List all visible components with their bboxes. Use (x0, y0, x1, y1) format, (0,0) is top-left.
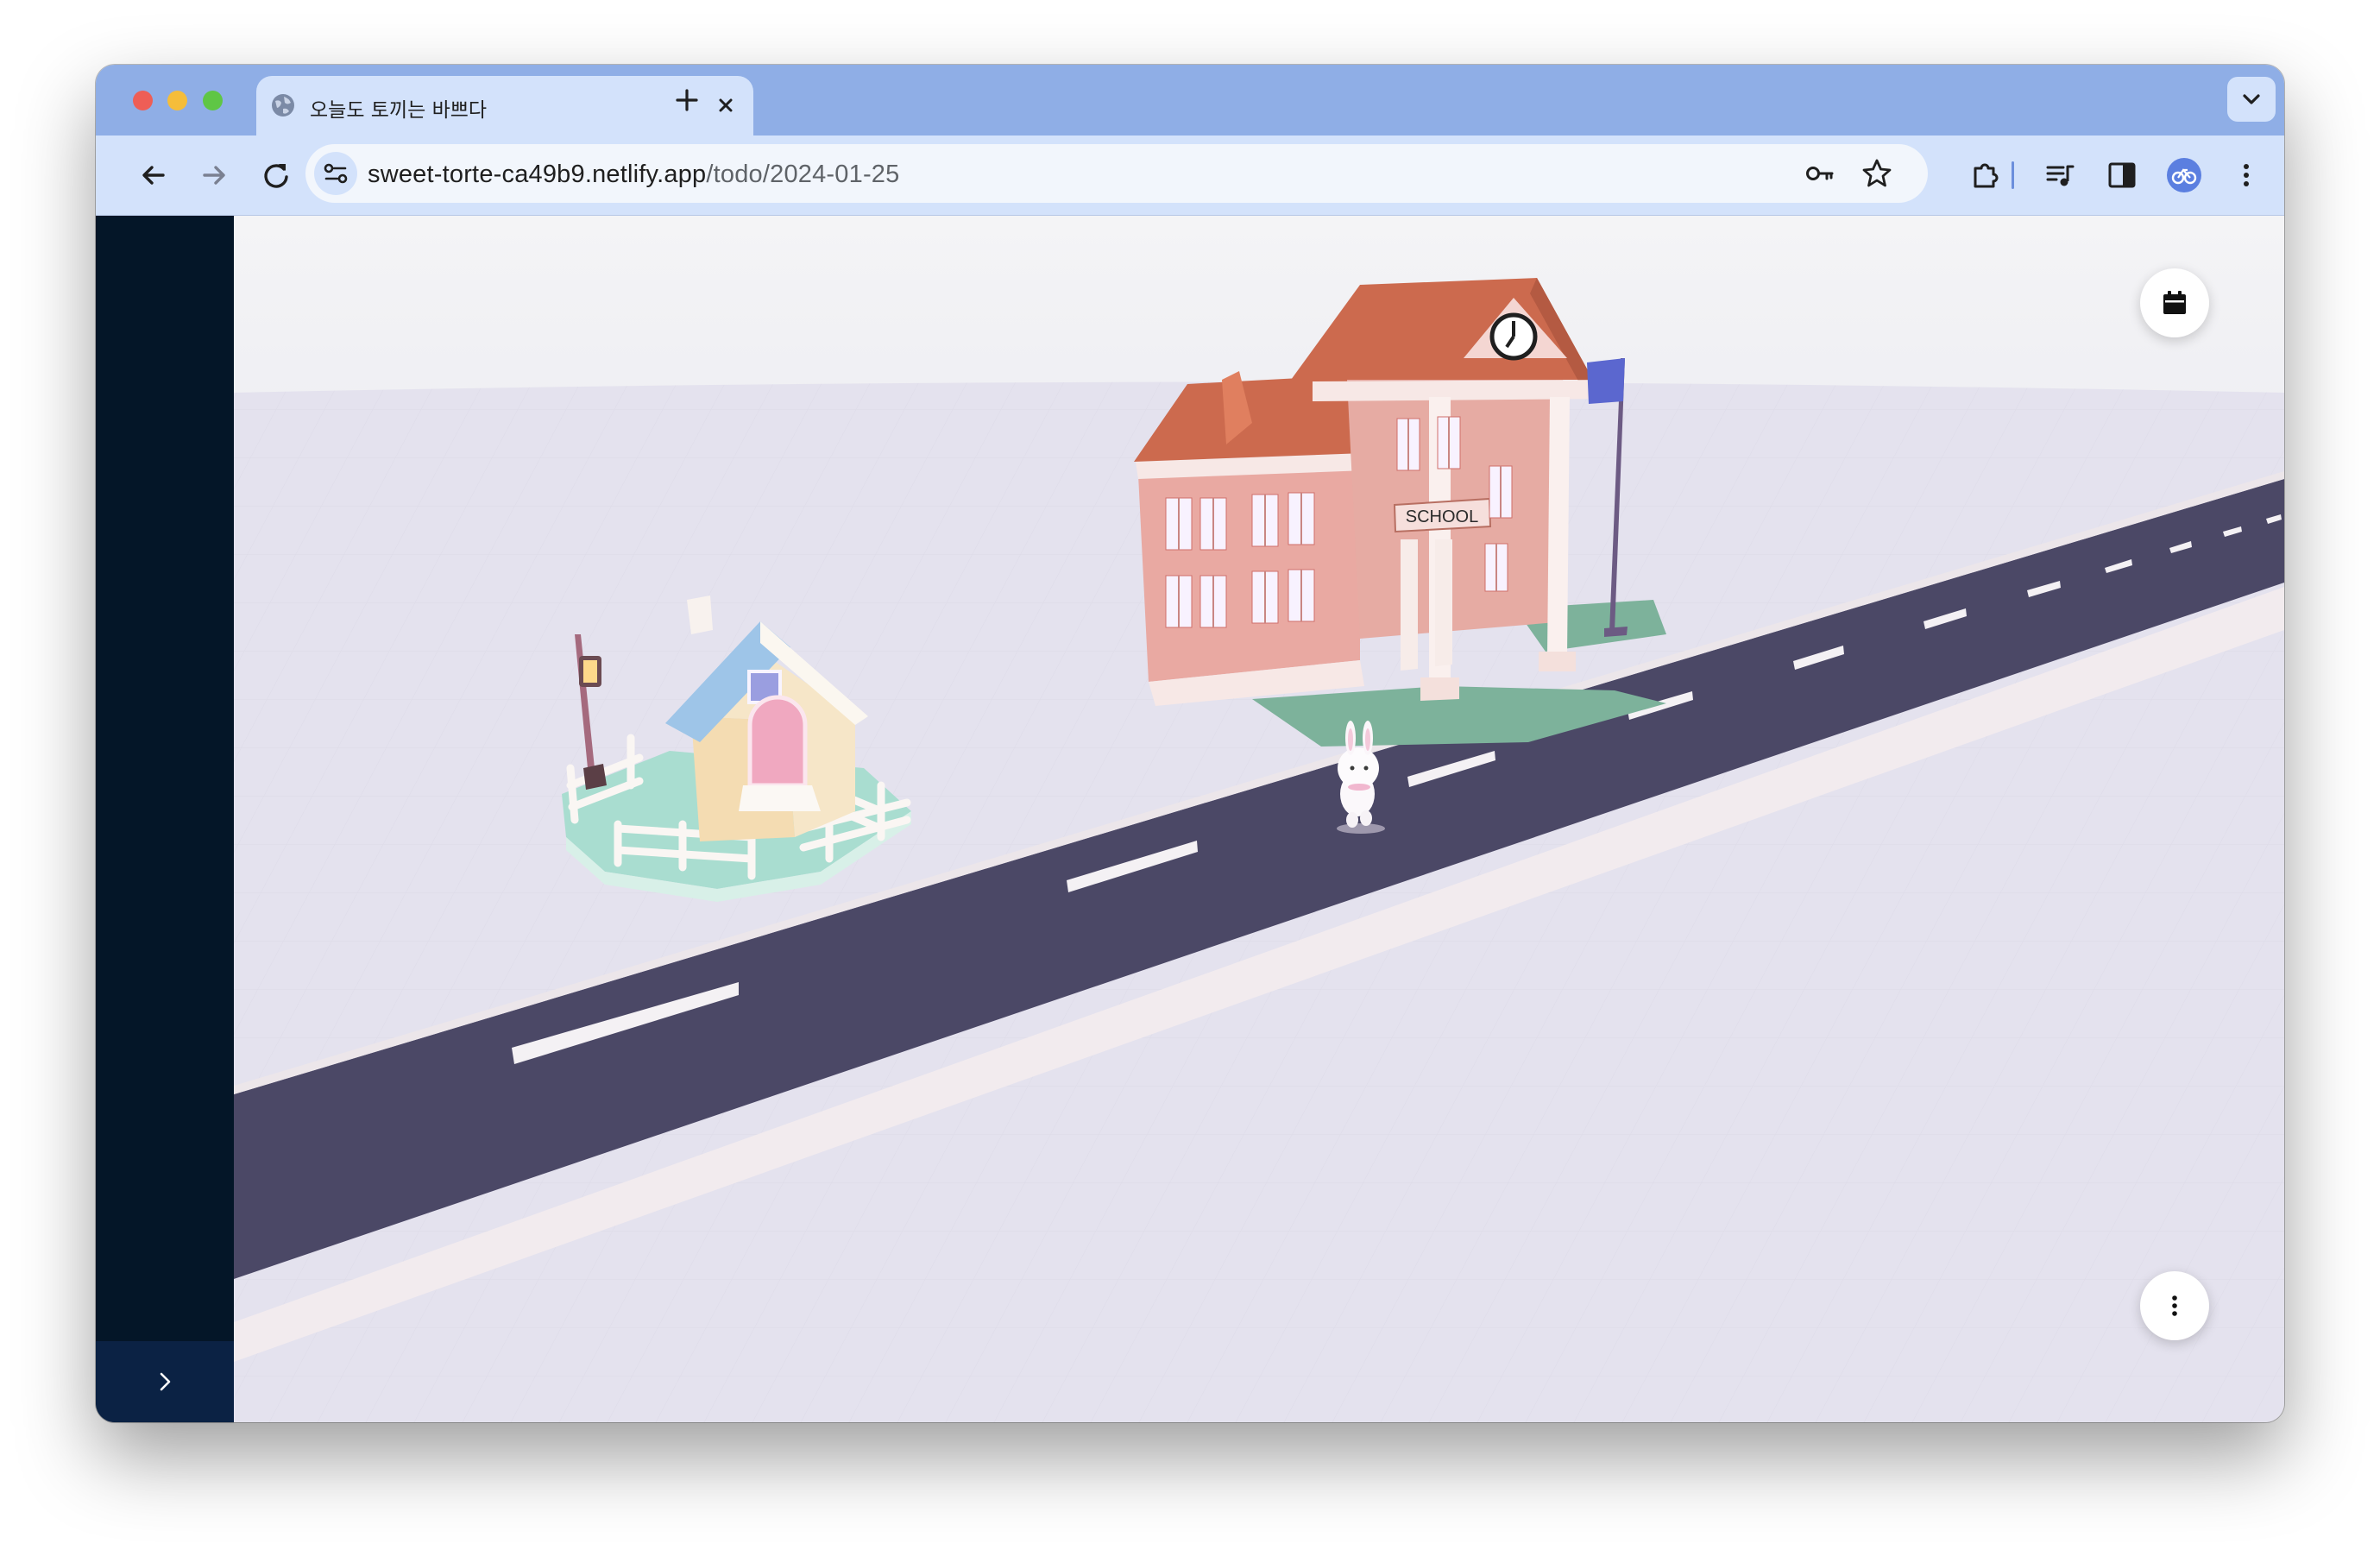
tab-strip: 오늘도 토끼는 바쁘다 (96, 65, 2284, 135)
new-tab-button[interactable] (670, 83, 704, 117)
url-path: /todo/2024-01-25 (706, 161, 900, 188)
close-window-button[interactable] (133, 91, 153, 110)
sidebar (96, 216, 234, 1422)
minimize-window-button[interactable] (167, 91, 187, 110)
globe-icon (272, 94, 294, 117)
site-info-button[interactable] (314, 152, 357, 195)
close-icon[interactable] (712, 91, 740, 119)
tab-title: 오늘도 토끼는 바쁘다 (310, 99, 488, 122)
school-sign-text: SCHOOL (1406, 507, 1478, 526)
3d-scene-canvas[interactable]: SCHOOL (234, 216, 2284, 1422)
more-vertical-icon (2172, 1295, 2177, 1316)
profile-avatar-art (2171, 168, 2197, 185)
arrow-left-icon[interactable] (135, 156, 173, 194)
url-host: sweet-torte-ca49b9.netlify.app (368, 161, 707, 188)
toolbar-separator (2012, 161, 2014, 189)
reload-icon[interactable] (257, 156, 295, 194)
url-text: sweet-torte-ca49b9.netlify.app/todo/2024… (368, 161, 899, 189)
browser-window: 오늘도 토끼는 바쁘다 sweet-torte-ca49b9.netlify.a… (96, 65, 2284, 1422)
arrow-right-icon[interactable] (195, 156, 233, 194)
tune-icon (324, 163, 348, 184)
calendar-icon (2163, 291, 2186, 314)
address-bar[interactable]: sweet-torte-ca49b9.netlify.app/todo/2024… (305, 144, 1928, 203)
zoom-window-button[interactable] (203, 91, 223, 110)
side-panel-icon[interactable] (2103, 156, 2141, 194)
star-icon[interactable] (1858, 154, 1896, 192)
chevron-right-icon (160, 1372, 171, 1391)
chevron-down-icon (2243, 94, 2260, 104)
page-viewport: SCHOOL (96, 216, 2284, 1422)
key-icon[interactable] (1801, 154, 1839, 192)
tab-search-button[interactable] (2227, 77, 2276, 122)
more-options-button[interactable] (2140, 1271, 2209, 1340)
calendar-button[interactable] (2140, 268, 2209, 337)
browser-toolbar: sweet-torte-ca49b9.netlify.app/todo/2024… (96, 135, 2284, 216)
sidebar-toggle-button[interactable] (96, 1341, 234, 1422)
puzzle-icon[interactable] (1967, 156, 2005, 194)
profile-avatar-icon[interactable] (2167, 158, 2201, 192)
more-vertical-icon[interactable] (2227, 156, 2265, 194)
queue-music-icon[interactable] (2041, 156, 2079, 194)
